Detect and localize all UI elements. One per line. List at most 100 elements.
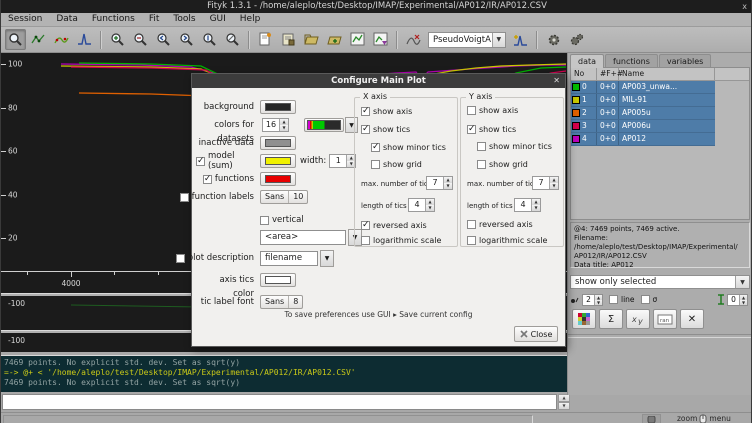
delete-dataset-button[interactable]: ✕ xyxy=(680,309,704,329)
menu-help[interactable]: Help xyxy=(233,13,268,26)
spin-down-icon[interactable]: ▼ xyxy=(279,125,288,131)
define-function-button[interactable] xyxy=(403,29,424,50)
point-size-spinner[interactable]: 2▲▼ xyxy=(582,294,603,306)
script-editor-button[interactable] xyxy=(255,29,276,50)
x-logarithmic-checkbox[interactable]: logarithmic scale xyxy=(361,236,441,247)
function-labels-font-button[interactable]: Sans10 xyxy=(260,190,308,204)
checkbox-box[interactable]: ✓ xyxy=(361,125,370,134)
checkbox-box[interactable] xyxy=(260,216,269,225)
menu-fit[interactable]: Fit xyxy=(142,13,167,26)
tic-label-font-button[interactable]: Sans8 xyxy=(260,295,303,309)
x-reversed-axis-checkbox[interactable]: ✓reversed axis xyxy=(361,220,427,230)
close-button[interactable]: Close xyxy=(514,326,558,342)
checkbox-box[interactable] xyxy=(176,254,185,263)
checkbox-box[interactable]: ✓ xyxy=(361,107,370,116)
title-bar[interactable]: Fityk 1.3.1 - /home/aleplo/test/Desktop/… xyxy=(1,0,752,13)
checkbox-box[interactable] xyxy=(641,295,650,304)
zoom-all-button[interactable] xyxy=(222,29,243,50)
checkbox-box[interactable]: ✓ xyxy=(361,221,370,230)
y-shift-spinner[interactable]: 0▲▼ xyxy=(727,294,748,306)
col-functions[interactable]: #F+# xyxy=(597,68,619,80)
tab-variables[interactable]: variables xyxy=(659,54,711,68)
zoom-in-button[interactable] xyxy=(107,29,128,50)
output-console[interactable]: 7469 points. No explicit std. dev. Set a… xyxy=(1,355,569,392)
sigma-checkbox[interactable]: σ xyxy=(641,295,658,304)
checkbox-box[interactable]: ✓ xyxy=(196,157,205,166)
axis-tics-color-button[interactable] xyxy=(260,273,296,287)
dataset-filter-combo[interactable]: show only selected ▼ xyxy=(570,275,750,289)
checkbox-box[interactable]: ✓ xyxy=(371,143,380,152)
checkbox-box[interactable]: ✓ xyxy=(467,125,476,134)
model-checkbox[interactable]: ✓model (sum) xyxy=(196,154,254,168)
sum-button[interactable]: Σ xyxy=(599,309,623,329)
zoom-horizontal-button[interactable] xyxy=(176,29,197,50)
spin-up-icon[interactable]: ▲ xyxy=(558,394,570,402)
y-tics-length-spinner[interactable]: 4▲▼ xyxy=(514,198,541,212)
y-show-minor-tics-checkbox[interactable]: show minor tics xyxy=(477,142,552,153)
zoom-prev-button[interactable] xyxy=(153,29,174,50)
x-max-tics-spinner[interactable]: 7▲▼ xyxy=(426,176,453,190)
col-name[interactable]: Name xyxy=(619,68,715,80)
auto-add-peak-button[interactable] xyxy=(510,29,531,50)
checkbox-box[interactable] xyxy=(477,160,486,169)
load-data-custom-button[interactable] xyxy=(324,29,345,50)
x-show-grid-checkbox[interactable]: show grid xyxy=(371,160,422,171)
tab-data[interactable]: data xyxy=(570,54,604,68)
function-type-combo[interactable]: PseudoVoigtA ▼ xyxy=(428,32,506,48)
checkbox-box[interactable] xyxy=(467,236,476,245)
table-row[interactable]: 3 0+0 AP006u xyxy=(571,120,715,133)
spin-down-icon[interactable]: ▼ xyxy=(549,183,558,189)
x-show-tics-checkbox[interactable]: ✓show tics xyxy=(361,124,410,134)
menu-tools[interactable]: Tools xyxy=(166,13,202,26)
checkbox-box[interactable] xyxy=(467,106,476,115)
fit-run-button[interactable] xyxy=(543,29,564,50)
y-show-grid-checkbox[interactable]: show grid xyxy=(477,160,528,171)
menu-gui[interactable]: GUI xyxy=(203,13,233,26)
model-width-spinner[interactable]: 1▲▼ xyxy=(329,154,356,168)
session-log-button[interactable] xyxy=(278,29,299,50)
inactive-data-color-button[interactable] xyxy=(260,136,296,150)
command-input[interactable] xyxy=(2,394,557,410)
dataset-colors-count-spinner[interactable]: 16▲▼ xyxy=(262,118,289,132)
checkbox-box[interactable] xyxy=(180,193,189,202)
table-row[interactable]: 4 0+0 AP012 xyxy=(571,133,715,146)
line-checkbox[interactable]: line xyxy=(609,295,635,304)
y-show-axis-checkbox[interactable]: show axis xyxy=(467,106,518,117)
menu-session[interactable]: Session xyxy=(1,13,49,26)
dialog-close-icon[interactable]: ✕ xyxy=(553,74,560,88)
checkbox-box[interactable] xyxy=(609,295,618,304)
spin-down-icon[interactable]: ▼ xyxy=(443,183,452,189)
y-reversed-axis-checkbox[interactable]: reversed axis xyxy=(467,220,533,231)
checkbox-box[interactable]: ✓ xyxy=(203,175,212,184)
dialog-title-bar[interactable]: Configure Main Plot ✕ xyxy=(192,74,565,88)
command-history-spinner[interactable]: ▲▼ xyxy=(558,394,570,410)
chevron-down-icon[interactable]: ▼ xyxy=(320,250,334,267)
functions-checkbox[interactable]: ✓functions xyxy=(196,172,254,186)
dataset-color-swatch[interactable] xyxy=(572,135,580,143)
y-max-tics-spinner[interactable]: 7▲▼ xyxy=(532,176,559,190)
baseline-mode-button[interactable] xyxy=(51,29,72,50)
spin-down-icon[interactable]: ▼ xyxy=(425,205,434,211)
checkbox-box[interactable] xyxy=(467,220,476,229)
palette-button[interactable] xyxy=(572,309,596,329)
plot-description-combo[interactable]: filename ▼ xyxy=(260,251,334,265)
dataset-color-swatch[interactable] xyxy=(572,109,580,117)
checkbox-box[interactable] xyxy=(361,236,370,245)
save-image-button[interactable] xyxy=(347,29,368,50)
data-range-mode-button[interactable] xyxy=(28,29,49,50)
zoom-out-button[interactable] xyxy=(130,29,151,50)
table-row[interactable]: 2 0+0 AP005u xyxy=(571,107,715,120)
spin-down-icon[interactable]: ▼ xyxy=(531,205,540,211)
col-no[interactable]: No xyxy=(571,68,597,80)
x-tics-length-spinner[interactable]: 4▲▼ xyxy=(408,198,435,212)
spin-down-icon[interactable]: ▼ xyxy=(739,300,747,305)
dataset-color-swatch[interactable] xyxy=(572,96,580,104)
vertical-checkbox[interactable]: vertical xyxy=(260,213,304,227)
fit-continue-button[interactable] xyxy=(566,29,587,50)
checkbox-box[interactable] xyxy=(371,160,380,169)
spin-down-icon[interactable]: ▼ xyxy=(594,300,602,305)
menu-functions[interactable]: Functions xyxy=(85,13,142,26)
data-table-button[interactable]: ran xyxy=(653,309,677,329)
function-labels-checkbox[interactable]: function labels xyxy=(196,190,254,204)
plot-description-checkbox[interactable]: plot description xyxy=(196,251,254,265)
